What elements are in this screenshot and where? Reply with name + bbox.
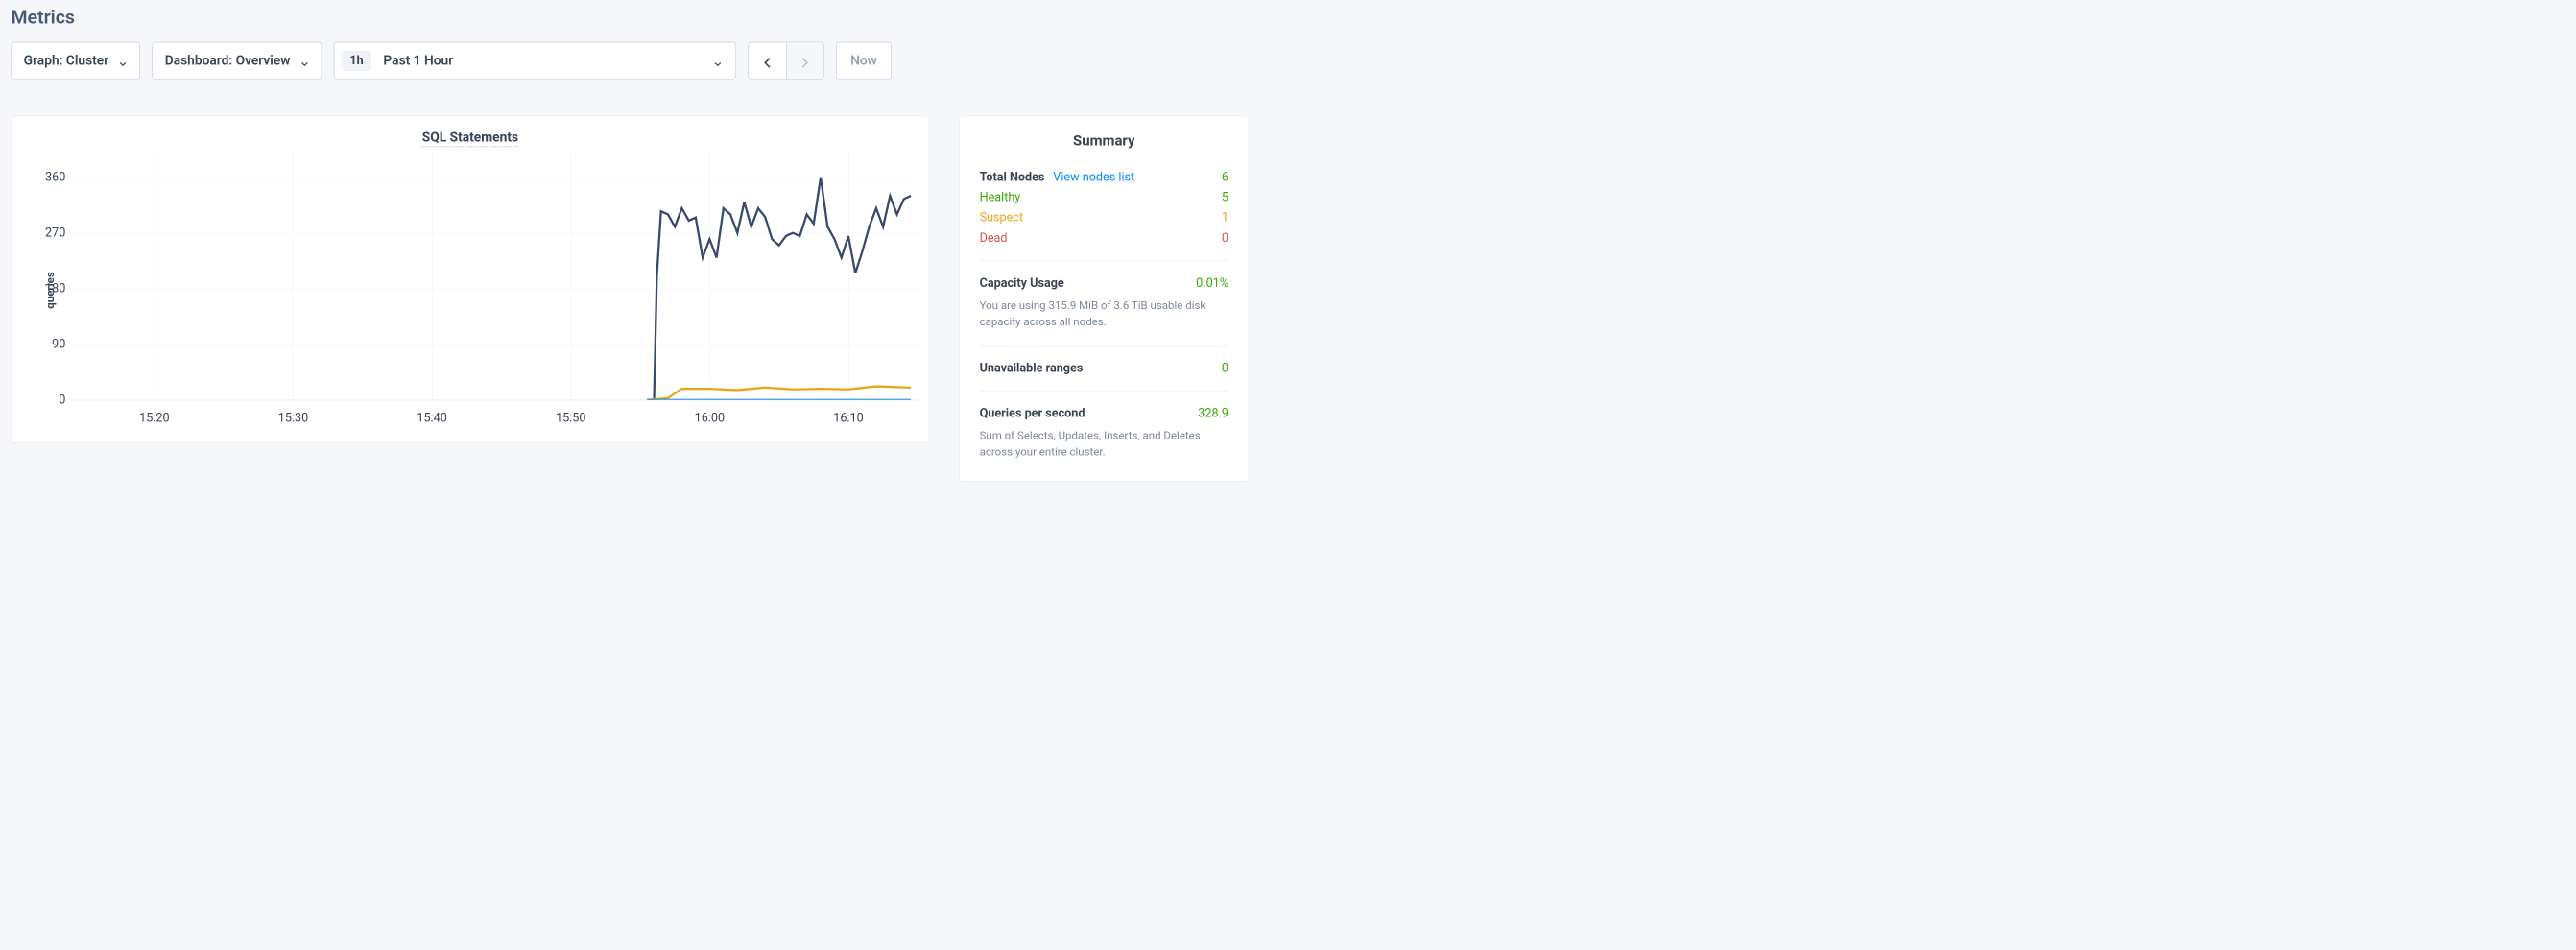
chevron-right-icon <box>799 55 812 67</box>
chart-title: SQL Statements <box>422 130 518 147</box>
dead-value: 0 <box>1222 231 1228 245</box>
qps-label: Queries per second <box>980 407 1085 420</box>
capacity-desc: You are using 315.9 MiB of 3.6 TiB usabl… <box>980 297 1228 329</box>
capacity-section: Capacity Usage 0.01% You are using 315.9… <box>980 261 1228 345</box>
now-button[interactable]: Now <box>836 42 891 80</box>
healthy-label: Healthy <box>980 191 1021 204</box>
nodes-section: Total Nodes View nodes list 6 Healthy 5 … <box>980 170 1228 260</box>
y-tick: 0 <box>33 393 65 407</box>
controls-bar: Graph: Cluster Dashboard: Overview 1h Pa… <box>11 42 1467 80</box>
gridline <box>71 400 918 401</box>
time-range-badge: 1h <box>342 51 370 71</box>
chevron-down-icon <box>713 57 722 65</box>
y-tick: 180 <box>33 282 65 296</box>
chart-series <box>71 153 918 400</box>
healthy-value: 5 <box>1222 191 1228 204</box>
x-tick: 15:50 <box>556 412 585 425</box>
y-tick: 360 <box>33 171 65 184</box>
chevron-down-icon <box>300 57 309 65</box>
x-tick: 16:00 <box>695 412 725 425</box>
x-tick: 15:30 <box>278 412 308 425</box>
time-range-selector[interactable]: 1h Past 1 Hour <box>334 42 736 80</box>
prev-time-button[interactable] <box>749 42 786 79</box>
suspect-label: Suspect <box>980 211 1024 225</box>
unavailable-label: Unavailable ranges <box>980 362 1084 375</box>
capacity-value: 0.01% <box>1196 276 1228 290</box>
next-time-button[interactable] <box>786 42 823 79</box>
time-nav-group <box>748 42 823 80</box>
summary-title: Summary <box>980 132 1228 149</box>
qps-desc: Sum of Selects, Updates, Inserts, and De… <box>980 427 1228 460</box>
sql-statements-chart: SQL Statements queries 09018027036015:20… <box>11 116 929 443</box>
qps-value: 328.9 <box>1198 407 1228 420</box>
time-range-label: Past 1 Hour <box>371 53 701 68</box>
graph-selector[interactable]: Graph: Cluster <box>11 42 139 80</box>
dashboard-selector[interactable]: Dashboard: Overview <box>153 42 322 80</box>
qps-section: Queries per second 328.9 Sum of Selects,… <box>980 391 1228 475</box>
unavailable-section: Unavailable ranges 0 <box>980 345 1228 391</box>
graph-selector-label: Graph: Cluster <box>24 53 108 68</box>
series-updates <box>647 387 911 400</box>
total-nodes-value: 6 <box>1222 170 1228 183</box>
chevron-down-icon <box>118 57 127 65</box>
series-selects <box>647 178 911 400</box>
total-nodes-label: Total Nodes <box>980 170 1045 183</box>
unavailable-value: 0 <box>1222 362 1228 375</box>
dead-label: Dead <box>980 231 1008 245</box>
y-tick: 90 <box>33 338 65 351</box>
dashboard-selector-label: Dashboard: Overview <box>165 53 291 68</box>
view-nodes-link[interactable]: View nodes list <box>1053 170 1134 183</box>
summary-panel: Summary Total Nodes View nodes list 6 He… <box>959 116 1249 482</box>
capacity-label: Capacity Usage <box>980 276 1064 290</box>
y-tick: 270 <box>33 226 65 240</box>
page-title: Metrics <box>11 0 1467 42</box>
x-tick: 16:10 <box>833 412 863 425</box>
suspect-value: 1 <box>1222 211 1228 225</box>
chevron-left-icon <box>761 55 774 67</box>
x-tick: 15:40 <box>417 412 446 425</box>
x-tick: 15:20 <box>139 412 169 425</box>
chart-plot-area[interactable]: 09018027036015:2015:3015:4015:5016:0016:… <box>71 153 918 400</box>
